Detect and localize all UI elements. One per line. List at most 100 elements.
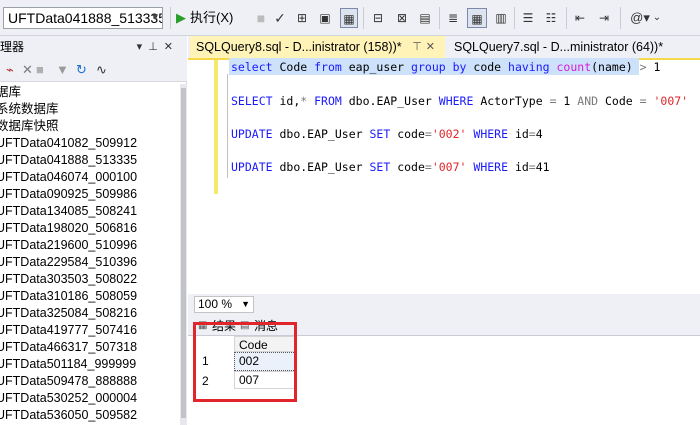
decrease-indent-icon[interactable]: ⇤ [572, 8, 588, 28]
code-token: group [411, 60, 446, 74]
code-token: (name) [591, 60, 640, 74]
code-token: SELECT [231, 94, 273, 108]
object-explorer-title: 理器 [0, 40, 25, 54]
object-explorer-title-bar: 理器 ▾⊥✕ [0, 36, 187, 58]
code-line-2[interactable]: SELECT id,* FROM dbo.EAP_User WHERE Acto… [231, 93, 688, 109]
database-select-value: UFTData041888_513335 [8, 10, 163, 26]
code-token: eap_user [341, 60, 412, 74]
code-token: '007' [653, 94, 689, 108]
tree-item[interactable]: UFTData466317_507318 [0, 339, 137, 356]
code-line-3[interactable]: UPDATE dbo.EAP_User SET code='002' WHERE… [231, 126, 543, 142]
activity-monitor-icon[interactable]: ∿ [96, 58, 107, 82]
code-token: dbo.EAP_User [272, 160, 370, 174]
uncomment-icon[interactable]: ☷ [543, 8, 559, 28]
code-token: dbo.EAP_User [341, 94, 439, 108]
code-token: code [390, 127, 425, 141]
results-to-text-icon[interactable]: ≣ [445, 8, 461, 28]
code-token: = [528, 160, 536, 174]
tab-sqlquery7[interactable]: SQLQuery7.sql - D...ministrator (64))* [450, 36, 700, 58]
pin-icon[interactable]: ⊤ [412, 41, 426, 53]
code-token: = [528, 127, 536, 141]
parse-checkmark-icon[interactable]: ✓ [273, 8, 287, 28]
tree-item[interactable]: UFTData509478_888888 [0, 373, 137, 390]
code-line-1[interactable]: select Code from eap_user group by code … [231, 59, 660, 75]
tree-item[interactable]: UFTData501184_999999 [0, 356, 136, 373]
filter-icon[interactable]: ▼ [56, 58, 69, 82]
database-select[interactable]: UFTData041888_513335 ▼ [3, 7, 163, 29]
code-token: WHERE [438, 94, 474, 108]
code-token: id [508, 160, 529, 174]
toolbar-separator [566, 7, 567, 29]
chevron-down-icon: ▼ [241, 299, 250, 309]
close-icon[interactable]: ✕ [164, 41, 179, 53]
tree-item[interactable]: 系统数据库 [0, 101, 59, 118]
toolbar-overflow-icon[interactable]: ⌄ [652, 8, 662, 28]
comment-icon[interactable]: ☰ [520, 8, 536, 28]
toolbar-separator [363, 7, 364, 29]
execute-button[interactable]: ▶ 执行(X) [176, 8, 233, 28]
object-explorer-scrollbar[interactable] [180, 84, 187, 425]
increase-indent-icon[interactable]: ⇥ [596, 8, 612, 28]
play-icon: ▶ [176, 10, 186, 25]
code-token: having [508, 60, 550, 74]
connect-icon[interactable]: ⌁ [6, 58, 14, 82]
results-to-grid-icon[interactable]: ▦ [340, 8, 358, 28]
results-to-file-icon[interactable]: ▥ [493, 8, 509, 28]
dropdown-icon[interactable]: ▾ [137, 41, 149, 53]
tree-item[interactable]: UFTData536050_509582 [0, 407, 137, 424]
code-token: id [508, 127, 529, 141]
code-token: select [231, 60, 273, 74]
tree-item[interactable]: UFTData041082_509912 [0, 135, 137, 152]
code-token: by [452, 60, 467, 74]
zoom-select[interactable]: 100 % ▼ [194, 296, 254, 313]
tree-item[interactable]: 数据库快照 [0, 118, 59, 135]
tab-sqlquery8[interactable]: SQLQuery8.sql - D...inistrator (158))* ⊤… [190, 36, 445, 58]
include-plan-icon[interactable]: ⊠ [394, 8, 410, 28]
tree-item[interactable]: UFTData530252_000004 [0, 390, 137, 407]
toolbar-separator [439, 7, 440, 29]
scrollbar-thumb[interactable] [181, 88, 186, 418]
refresh-icon[interactable]: ↻ [76, 58, 87, 82]
code-token: count [556, 60, 592, 74]
results-grid-toggle-icon[interactable]: ▦ [467, 8, 487, 28]
close-icon[interactable]: ✕ [426, 41, 439, 53]
disconnect-icon[interactable]: ✕ [22, 58, 33, 82]
change-indicator-bar [214, 60, 218, 194]
code-token: = [549, 94, 557, 108]
code-token: = [639, 94, 647, 108]
toolbar-separator [514, 7, 515, 29]
code-token: '007' [431, 160, 467, 174]
tree-item[interactable]: UFTData134085_508241 [0, 203, 137, 220]
specify-values-icon[interactable]: @▾ [630, 8, 650, 28]
red-highlight-box [193, 322, 297, 402]
stop-icon[interactable]: ■ [36, 58, 44, 82]
code-token: '002' [431, 127, 467, 141]
code-token: SET [369, 160, 391, 174]
tree-item[interactable]: UFTData046074_000100 [0, 169, 137, 186]
stop-icon[interactable]: ■ [254, 8, 268, 28]
tree-item[interactable]: UFTData310186_508059 [0, 288, 137, 305]
tree-item[interactable]: UFTData419777_507416 [0, 322, 137, 339]
code-token: Code [272, 60, 315, 74]
tree-item[interactable]: UFTData303503_508022 [0, 271, 137, 288]
estimated-plan-icon[interactable]: ⊟ [370, 8, 386, 28]
pin-icon[interactable]: ⊥ [148, 41, 164, 53]
code-line-4[interactable]: UPDATE dbo.EAP_User SET code='007' WHERE… [231, 159, 550, 175]
code-token: from [314, 60, 342, 74]
tree-item[interactable]: UFTData198020_506816 [0, 220, 137, 237]
tree-item[interactable]: UFTData090925_509986 [0, 186, 137, 203]
code-token: WHERE [473, 160, 509, 174]
tree-item[interactable]: UFTData325084_508216 [0, 305, 137, 322]
tree-item[interactable]: UFTData229584_510396 [0, 254, 137, 271]
code-token: UPDATE [231, 127, 273, 141]
client-statistics-icon[interactable]: ▤ [417, 8, 433, 28]
tree-item[interactable]: 据库 [0, 84, 21, 101]
toolbar-separator [170, 7, 171, 29]
query-plan-icon[interactable]: ⊞ [294, 8, 310, 28]
tree-item[interactable]: UFTData219600_510996 [0, 237, 137, 254]
tree-item[interactable]: UFTData041888_513335 [0, 152, 137, 169]
code-token: UPDATE [231, 160, 273, 174]
query-designer-icon[interactable]: ▣ [317, 8, 333, 28]
